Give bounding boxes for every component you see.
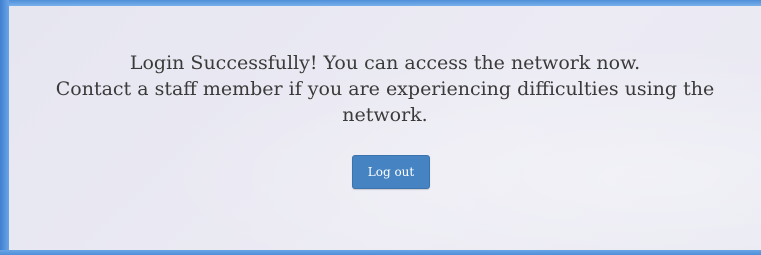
success-message-line: Login Successfully! You can access the n… [129,52,641,74]
window-frame-left [0,0,9,255]
logout-button[interactable]: Log out [352,155,430,189]
login-status-panel: Login Successfully! You can access the n… [9,6,761,250]
help-message-line-continued: network. [342,104,428,126]
window-frame-bottom [0,250,761,255]
login-status-message: Login Successfully! You can access the n… [9,50,761,128]
help-message-line: Contact a staff member if you are experi… [55,78,715,100]
